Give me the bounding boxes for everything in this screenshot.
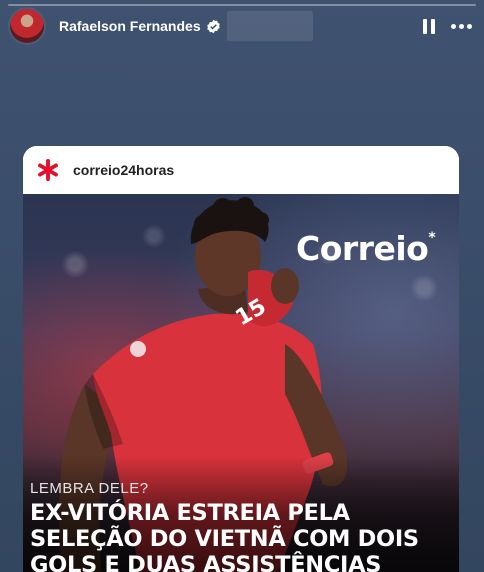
verified-badge-icon bbox=[206, 19, 220, 33]
correio-brand-logo: Correio* bbox=[296, 229, 436, 268]
blurred-timestamp bbox=[226, 11, 313, 41]
post-header[interactable]: correio24horas bbox=[23, 146, 459, 194]
post-kicker: LEMBRA DELE? bbox=[30, 480, 149, 497]
story-header: Rafaelson Fernandes bbox=[8, 6, 476, 46]
headline-line: EX-VITÓRIA ESTREIA PELA bbox=[30, 500, 350, 526]
username[interactable]: Rafaelson Fernandes bbox=[59, 18, 201, 34]
story-viewer[interactable]: Rafaelson Fernandes correio24horas 15 Co… bbox=[0, 0, 484, 572]
post-image: 15 Correio* LEMBRA DELE? EX-VITÓRIA ESTR… bbox=[23, 194, 459, 572]
shared-post-card[interactable]: correio24horas 15 Correio* LEMBRA DELE? … bbox=[23, 146, 459, 572]
pause-icon[interactable] bbox=[423, 18, 435, 34]
more-options-icon[interactable] bbox=[451, 23, 472, 29]
headline-line: SELEÇÃO DO VIETNÃ COM DOIS bbox=[30, 526, 419, 552]
post-headline: EX-VITÓRIA ESTREIA PELA SELEÇÃO DO VIETN… bbox=[30, 500, 450, 572]
asterisk-logo-icon bbox=[38, 159, 58, 181]
post-account-name[interactable]: correio24horas bbox=[73, 162, 174, 178]
story-controls bbox=[423, 18, 476, 34]
avatar[interactable] bbox=[8, 7, 46, 45]
headline-line: GOLS E DUAS ASSISTÊNCIAS bbox=[30, 552, 382, 572]
